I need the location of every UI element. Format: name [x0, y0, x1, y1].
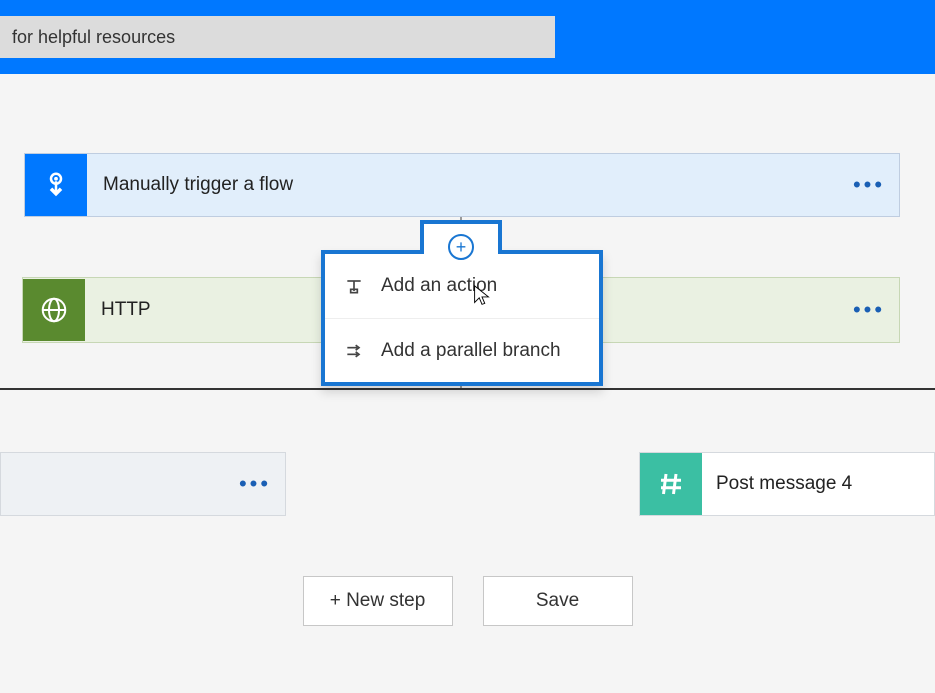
menu-add-parallel-label: Add a parallel branch [381, 340, 561, 362]
post-message-title: Post message 4 [702, 473, 934, 495]
branch-left-card[interactable]: ••• [0, 452, 286, 516]
flow-canvas: Manually trigger a flow ••• HTTP ••• + A… [0, 74, 935, 693]
save-button[interactable]: Save [483, 576, 633, 626]
trigger-more-button[interactable]: ••• [839, 172, 899, 198]
hash-icon [640, 453, 702, 515]
plus-icon: + [448, 234, 474, 260]
bottom-button-row: + New step Save [0, 576, 935, 626]
header-bar [0, 0, 935, 74]
menu-add-parallel[interactable]: Add a parallel branch [325, 318, 599, 382]
http-more-button[interactable]: ••• [839, 297, 899, 323]
trigger-title: Manually trigger a flow [87, 174, 839, 196]
branch-left-more-button[interactable]: ••• [225, 471, 285, 497]
post-message-card[interactable]: Post message 4 [639, 452, 935, 516]
trigger-step-card[interactable]: Manually trigger a flow ••• [24, 153, 900, 217]
new-step-button[interactable]: + New step [303, 576, 453, 626]
parallel-branch-icon [343, 341, 365, 361]
menu-add-action-label: Add an action [381, 275, 497, 297]
menu-add-action[interactable]: Add an action [325, 254, 599, 318]
globe-icon [23, 279, 85, 341]
branch-line [0, 388, 935, 390]
touch-icon [25, 154, 87, 216]
insert-step-menu: Add an action Add a parallel branch [321, 250, 603, 386]
search-input[interactable] [0, 16, 555, 58]
add-action-icon [343, 276, 365, 296]
insert-step-button[interactable]: + [420, 220, 502, 254]
